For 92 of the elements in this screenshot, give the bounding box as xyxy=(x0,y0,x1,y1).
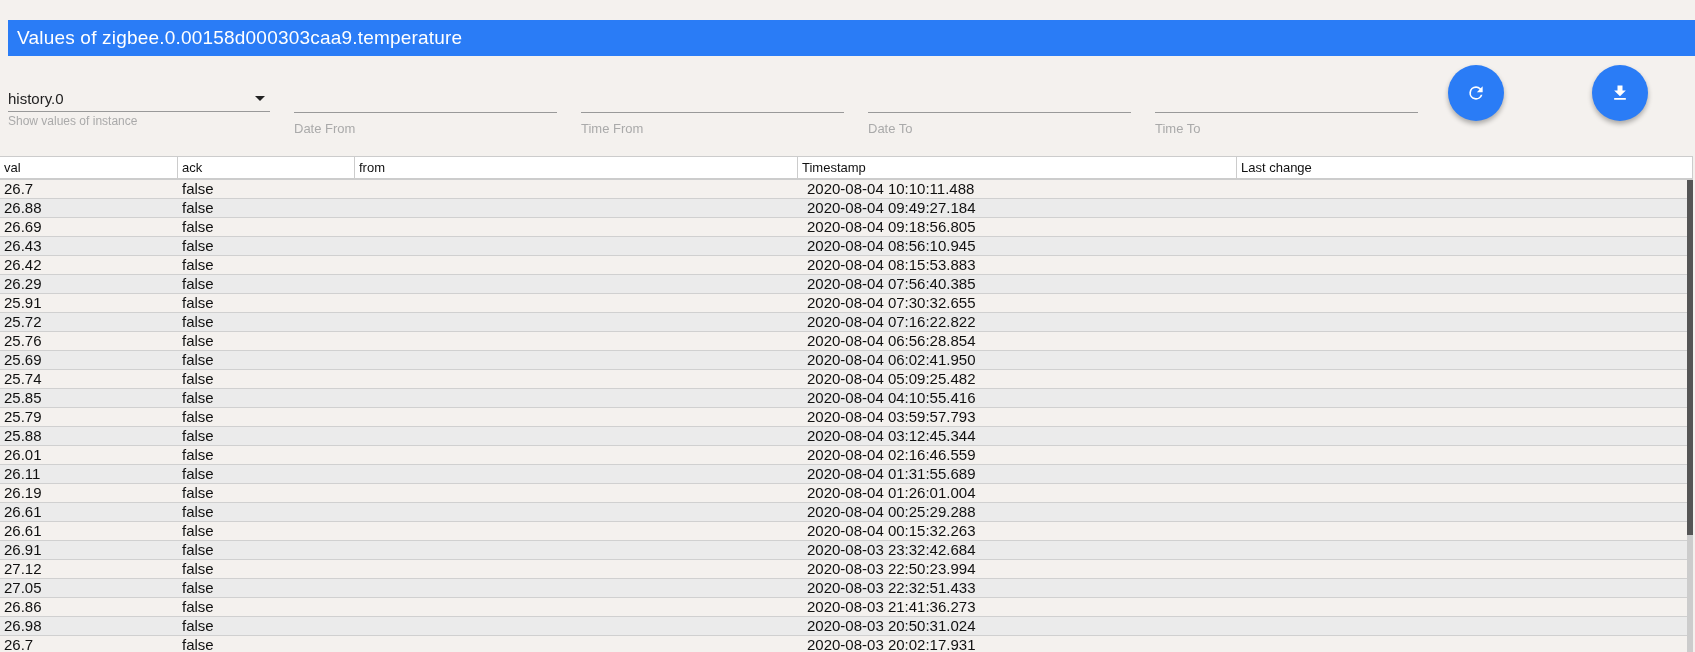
table-cell: 2020-08-04 08:56:10.945 xyxy=(807,237,976,254)
table-cell: 25.88 xyxy=(4,427,42,444)
table-cell: false xyxy=(182,294,214,311)
table-cell: 26.29 xyxy=(4,275,42,292)
table-cell: 26.98 xyxy=(4,617,42,634)
table-cell: 26.88 xyxy=(4,199,42,216)
column-header: Timestamp xyxy=(798,157,1237,178)
table-cell: 2020-08-04 07:16:22.822 xyxy=(807,313,976,330)
table-cell: 2020-08-04 02:16:46.559 xyxy=(807,446,976,463)
table-cell: 2020-08-04 07:30:32.655 xyxy=(807,294,976,311)
table-cell: 2020-08-04 10:10:11.488 xyxy=(807,180,975,197)
table-cell: false xyxy=(182,617,214,634)
table-cell: false xyxy=(182,237,214,254)
table-cell: 2020-08-04 03:12:45.344 xyxy=(807,427,976,444)
table-cell: 26.11 xyxy=(4,465,41,482)
table-cell: 2020-08-04 06:56:28.854 xyxy=(807,332,976,349)
table-cell: 2020-08-03 23:32:42.684 xyxy=(807,541,976,558)
filter-field[interactable]: Date From xyxy=(294,112,557,136)
table-cell: 26.01 xyxy=(4,446,42,463)
table-cell: 25.79 xyxy=(4,408,42,425)
instance-select[interactable]: history.0 xyxy=(8,85,270,112)
table-cell: 2020-08-04 04:10:55.416 xyxy=(807,389,976,406)
table-cell: 2020-08-03 21:41:36.273 xyxy=(807,598,976,615)
table-cell: false xyxy=(182,446,214,463)
caret-icon xyxy=(255,95,265,101)
table-cell: false xyxy=(182,370,214,387)
table-cell: 2020-08-04 08:15:53.883 xyxy=(807,256,976,273)
table-cell: false xyxy=(182,427,214,444)
table-cell: false xyxy=(182,408,214,425)
table-cell: 25.74 xyxy=(4,370,42,387)
table-cell: 2020-08-03 20:02:17.931 xyxy=(807,636,976,652)
table-cell: 25.69 xyxy=(4,351,42,368)
download-button[interactable] xyxy=(1592,65,1648,121)
table-cell: 2020-08-03 22:32:51.433 xyxy=(807,579,976,596)
table-cell: false xyxy=(182,275,214,292)
table-cell: 2020-08-03 20:50:31.024 xyxy=(807,617,976,634)
table-cell: 2020-08-03 22:50:23.994 xyxy=(807,560,976,577)
table-cell: 26.86 xyxy=(4,598,42,615)
table-cell: 2020-08-04 05:09:25.482 xyxy=(807,370,976,387)
column-header: val xyxy=(0,157,178,178)
table-cell: 26.7 xyxy=(4,180,34,197)
table-cell: 25.76 xyxy=(4,332,42,349)
refresh-button[interactable] xyxy=(1448,65,1504,121)
refresh-icon xyxy=(1466,83,1486,103)
table-cell: false xyxy=(182,484,214,501)
table-cell: false xyxy=(182,313,214,330)
table-cell: 2020-08-04 01:26:01.004 xyxy=(807,484,976,501)
table-cell: 2020-08-04 00:15:32.263 xyxy=(807,522,976,539)
table-cell: 27.12 xyxy=(4,560,42,577)
column-header: Last change xyxy=(1237,157,1693,178)
table-cell: false xyxy=(182,332,214,349)
table-cell: 26.61 xyxy=(4,503,42,520)
table-cell: 2020-08-04 00:25:29.288 xyxy=(807,503,976,520)
dialog-title-bar: Values of zigbee.0.00158d000303caa9.temperature xyxy=(8,20,1695,56)
column-header: ack xyxy=(178,157,355,178)
filter-field[interactable]: Time From xyxy=(581,112,844,136)
scrollbar-thumb[interactable] xyxy=(1687,180,1693,535)
table-cell: false xyxy=(182,598,214,615)
table-cell: false xyxy=(182,199,214,216)
table-cell: 2020-08-04 07:56:40.385 xyxy=(807,275,976,292)
table-cell: 26.69 xyxy=(4,218,42,235)
table-cell: false xyxy=(182,180,214,197)
table-cell: 26.42 xyxy=(4,256,42,273)
table-cell: 2020-08-04 06:02:41.950 xyxy=(807,351,976,368)
table-cell: false xyxy=(182,503,214,520)
table-cell: false xyxy=(182,351,214,368)
table-cell: 26.7 xyxy=(4,636,34,652)
table-cell: 26.91 xyxy=(4,541,42,558)
table-cell: 25.85 xyxy=(4,389,42,406)
table-cell: 2020-08-04 01:31:55.689 xyxy=(807,465,976,482)
table-cell: false xyxy=(182,522,214,539)
table-cell: 26.19 xyxy=(4,484,42,501)
table-cell: 2020-08-04 09:49:27.184 xyxy=(807,199,976,216)
table-cell: 25.72 xyxy=(4,313,42,330)
select-label: Show values of instance xyxy=(8,114,139,128)
table-cell: false xyxy=(182,560,214,577)
table-cell: 25.91 xyxy=(4,294,42,311)
table-cell: false xyxy=(182,465,214,482)
table-cell: false xyxy=(182,256,214,273)
table-cell: false xyxy=(182,218,214,235)
table-cell: 2020-08-04 03:59:57.793 xyxy=(807,408,976,425)
filter-field[interactable]: Date To xyxy=(868,112,1131,136)
table-cell: false xyxy=(182,541,214,558)
table-cell: 26.61 xyxy=(4,522,42,539)
filter-field[interactable]: Time To xyxy=(1155,112,1418,136)
column-header: from xyxy=(355,157,798,178)
table-cell: false xyxy=(182,389,214,406)
table-cell: false xyxy=(182,636,214,652)
table-cell: false xyxy=(182,579,214,596)
table-cell: 27.05 xyxy=(4,579,42,596)
table-cell: 2020-08-04 09:18:56.805 xyxy=(807,218,976,235)
table-cell: 26.43 xyxy=(4,237,42,254)
